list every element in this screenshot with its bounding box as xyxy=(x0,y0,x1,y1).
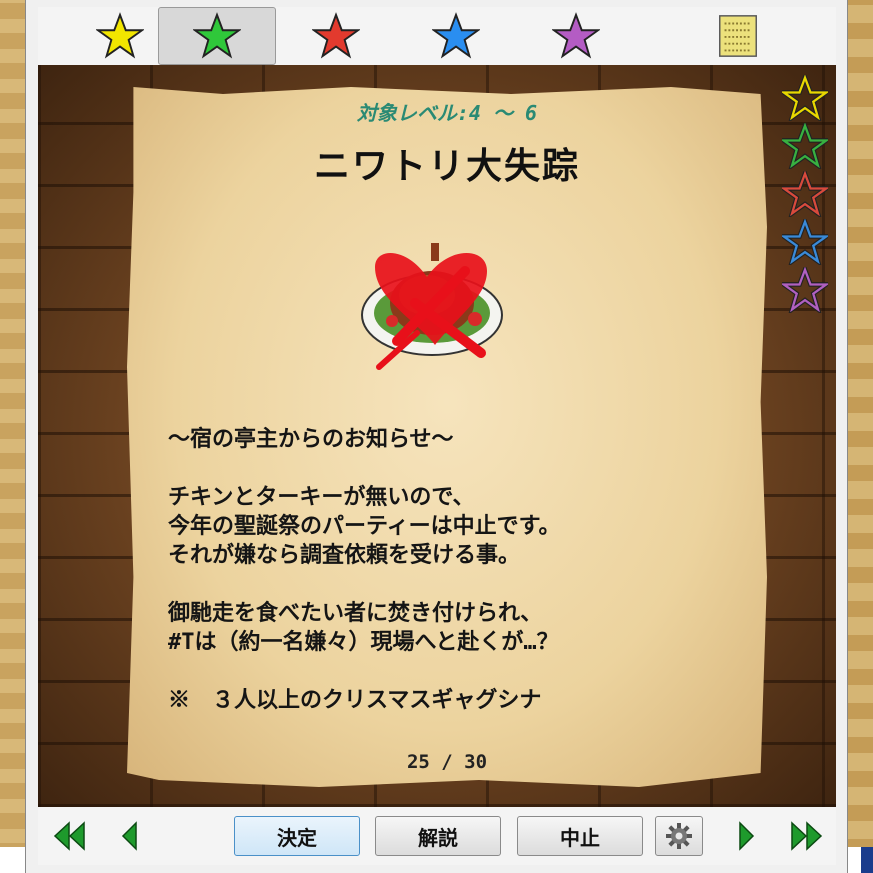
bottom-action-bar: 決定 解説 中止 xyxy=(38,807,836,865)
settings-button[interactable] xyxy=(655,816,703,856)
page-indicator: 25 / 30 xyxy=(406,751,488,773)
green-star-icon xyxy=(193,12,241,59)
description-line: 今年の聖誕祭のパーティーは中止です。 xyxy=(168,514,561,539)
right-arrow-icon xyxy=(739,821,755,851)
background-bottom-corner xyxy=(861,847,873,873)
first-page-button[interactable] xyxy=(50,817,90,855)
description-line: ※ ３人以上のクリスマスギャグシナ xyxy=(168,688,542,713)
outline-red-star-icon[interactable] xyxy=(782,171,828,217)
description-line: 御馳走を食べたい者に焚き付けられ、 xyxy=(168,601,543,626)
decide-button[interactable]: 決定 xyxy=(234,816,360,856)
description-line: チキンとターキーが無いので、 xyxy=(168,485,475,510)
description-line: ～宿の亭主からのお知らせ～ xyxy=(168,427,454,452)
left-arrow-icon xyxy=(121,821,137,851)
next-page-button[interactable] xyxy=(726,817,766,855)
quest-board-window: 対象レベル:4 ～ 6 ニワトリ大失踪 ～宿の亭主からのお知らせ～ チキンとター… xyxy=(25,0,848,873)
crossed-out-roast-chicken-icon xyxy=(361,243,503,370)
outline-yellow-star-icon[interactable] xyxy=(782,75,828,121)
yellow-star-icon xyxy=(96,12,144,59)
blue-star-icon xyxy=(432,12,480,59)
tab-scroll[interactable] xyxy=(679,7,797,65)
outline-purple-star-icon[interactable] xyxy=(782,267,828,313)
purple-star-icon xyxy=(552,12,600,59)
scroll-icon xyxy=(719,15,757,57)
red-star-icon xyxy=(312,12,360,59)
last-page-button[interactable] xyxy=(786,817,826,855)
target-level: 対象レベル:4 ～ 6 xyxy=(356,101,538,125)
side-star-filter xyxy=(782,75,830,315)
previous-page-button[interactable] xyxy=(110,817,150,855)
tab-green-star[interactable] xyxy=(158,7,276,65)
double-right-arrow-icon xyxy=(791,821,823,851)
quest-description: ～宿の亭主からのお知らせ～ チキンとターキーが無いので、 今年の聖誕祭のパーティ… xyxy=(168,425,748,715)
quest-paper: 対象レベル:4 ～ 6 ニワトリ大失踪 ～宿の亭主からのお知らせ～ チキンとター… xyxy=(127,87,767,787)
level-filter-toolbar xyxy=(38,7,836,65)
description-line: #Tは（約一名嫌々）現場へと赴くが…？ xyxy=(168,630,559,655)
outline-green-star-icon[interactable] xyxy=(782,123,828,169)
tab-red-star[interactable] xyxy=(277,7,395,65)
cancel-button[interactable]: 中止 xyxy=(517,816,643,856)
double-left-arrow-icon xyxy=(53,821,85,851)
brick-wall-scene: 対象レベル:4 ～ 6 ニワトリ大失踪 ～宿の亭主からのお知らせ～ チキンとター… xyxy=(38,65,836,807)
tab-blue-star[interactable] xyxy=(397,7,515,65)
gear-icon xyxy=(666,823,692,849)
description-line: それが嫌なら調査依頼を受ける事。 xyxy=(168,543,521,568)
tab-purple-star[interactable] xyxy=(517,7,635,65)
explain-button[interactable]: 解説 xyxy=(375,816,501,856)
outline-blue-star-icon[interactable] xyxy=(782,219,828,265)
quest-title: ニワトリ大失踪 xyxy=(313,146,580,187)
